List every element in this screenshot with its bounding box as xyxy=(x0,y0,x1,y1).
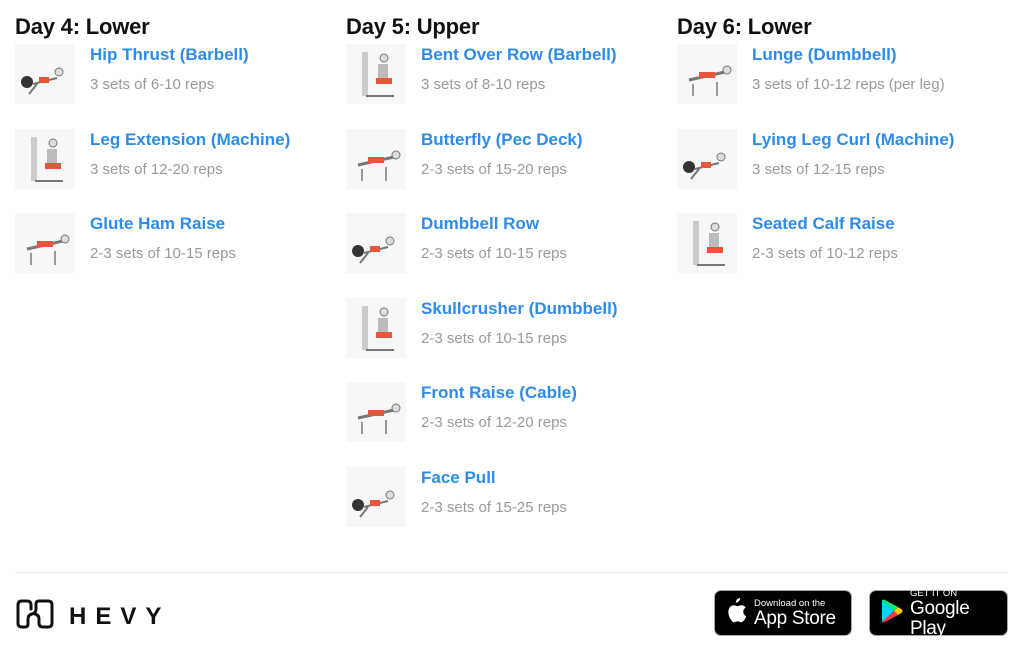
exercise-thumbnail[interactable] xyxy=(346,466,406,527)
workout-days: Day 4: Lower Hip Thrust (Barbell) 3 sets … xyxy=(15,12,1015,549)
exercise-item[interactable]: Dumbbell Row 2-3 sets of 10-15 reps xyxy=(346,211,677,296)
exercise-thumbnail[interactable] xyxy=(346,44,406,104)
exercise-name-link[interactable]: Glute Ham Raise xyxy=(90,213,236,235)
exercise-thumbnail[interactable] xyxy=(677,44,737,104)
exercise-sets: 2-3 sets of 15-25 reps xyxy=(421,498,567,516)
day-column: Day 5: Upper Bent Over Row (Barbell) 3 se… xyxy=(346,12,677,549)
exercise-sets: 2-3 sets of 10-15 reps xyxy=(421,329,567,347)
exercise-sets: 2-3 sets of 10-12 reps xyxy=(752,245,898,262)
exercise-sets: 2-3 sets of 10-15 reps xyxy=(421,245,567,262)
footer-divider xyxy=(15,572,1008,573)
day-title: Day 6: Lower xyxy=(677,14,812,39)
apple-icon xyxy=(725,597,747,629)
day-column: Day 4: Lower Hip Thrust (Barbell) 3 sets … xyxy=(15,12,346,549)
exercise-item[interactable]: Butterfly (Pec Deck) 2-3 sets of 15-20 re… xyxy=(346,127,677,212)
day-title: Day 5: Upper xyxy=(346,14,480,39)
exercise-name-link[interactable]: Seated Calf Raise xyxy=(752,213,898,235)
google-play-small-label: GET IT ON xyxy=(910,587,958,599)
exercise-thumbnail[interactable] xyxy=(346,213,406,273)
app-store-big-label: App Store xyxy=(754,607,836,629)
exercise-item[interactable]: Lying Leg Curl (Machine) 3 sets of 12-15 … xyxy=(677,127,1008,212)
exercise-sets: 3 sets of 10-12 reps (per leg) xyxy=(752,76,945,93)
hevy-logo[interactable]: HEVY xyxy=(15,598,170,635)
exercise-thumbnail[interactable] xyxy=(677,128,737,189)
exercise-thumbnail[interactable] xyxy=(346,382,406,442)
brand-name: HEVY xyxy=(69,602,171,630)
google-play-icon xyxy=(881,599,903,628)
exercise-item[interactable]: Glute Ham Raise 2-3 sets of 10-15 reps xyxy=(15,211,346,296)
exercise-name-link[interactable]: Face Pull xyxy=(421,467,567,489)
exercise-item[interactable]: Skullcrusher (Dumbbell) 2-3 sets of 10-15… xyxy=(346,296,677,381)
exercise-thumbnail[interactable] xyxy=(15,213,75,273)
exercise-sets: 2-3 sets of 12-20 reps xyxy=(421,414,567,431)
exercise-name-link[interactable]: Leg Extension (Machine) xyxy=(90,129,290,151)
exercise-item[interactable]: Leg Extension (Machine) 3 sets of 12-20 r… xyxy=(15,127,346,212)
exercise-name-link[interactable]: Butterfly (Pec Deck) xyxy=(421,129,583,151)
day-column: Day 6: Lower Lunge (Dumbbell) 3 sets of 1… xyxy=(677,12,1008,549)
exercise-name-link[interactable]: Front Raise (Cable) xyxy=(421,382,577,404)
exercise-name-link[interactable]: Hip Thrust (Barbell) xyxy=(90,44,249,66)
exercise-sets: 3 sets of 12-15 reps xyxy=(752,160,885,178)
exercise-item[interactable]: Bent Over Row (Barbell) 3 sets of 8-10 re… xyxy=(346,42,677,127)
exercise-thumbnail[interactable] xyxy=(346,297,406,358)
exercise-thumbnail[interactable] xyxy=(677,213,737,273)
google-play-big-label: Google Play xyxy=(910,597,970,639)
exercise-name-link[interactable]: Dumbbell Row xyxy=(421,213,567,235)
exercise-item[interactable]: Front Raise (Cable) 2-3 sets of 12-20 rep… xyxy=(346,380,677,465)
exercise-item[interactable]: Seated Calf Raise 2-3 sets of 10-12 reps xyxy=(677,211,1008,296)
exercise-name-link[interactable]: Bent Over Row (Barbell) xyxy=(421,44,617,66)
hevy-logo-icon xyxy=(15,598,55,635)
exercise-name-link[interactable]: Lunge (Dumbbell) xyxy=(752,44,945,66)
exercise-sets: 2-3 sets of 15-20 reps xyxy=(421,160,567,178)
exercise-sets: 3 sets of 6-10 reps xyxy=(90,76,215,93)
exercise-name-link[interactable]: Skullcrusher (Dumbbell) xyxy=(421,298,617,320)
day-title: Day 4: Lower xyxy=(15,14,150,39)
exercise-thumbnail[interactable] xyxy=(15,44,75,104)
exercise-thumbnail[interactable] xyxy=(346,128,406,189)
app-store-button[interactable]: Download on the App Store xyxy=(714,590,852,636)
exercise-sets: 3 sets of 8-10 reps xyxy=(421,76,546,93)
exercise-item[interactable]: Hip Thrust (Barbell) 3 sets of 6-10 reps xyxy=(15,42,346,127)
exercise-sets: 2-3 sets of 10-15 reps xyxy=(90,245,236,262)
exercise-thumbnail[interactable] xyxy=(15,128,75,189)
exercise-sets: 3 sets of 12-20 reps xyxy=(90,160,223,178)
exercise-item[interactable]: Lunge (Dumbbell) 3 sets of 10-12 reps (pe… xyxy=(677,42,1008,127)
exercise-item[interactable]: Face Pull 2-3 sets of 15-25 reps xyxy=(346,465,677,550)
exercise-name-link[interactable]: Lying Leg Curl (Machine) xyxy=(752,129,954,151)
app-store-small-label: Download on the xyxy=(754,597,826,609)
google-play-button[interactable]: GET IT ON Google Play xyxy=(869,587,1008,639)
